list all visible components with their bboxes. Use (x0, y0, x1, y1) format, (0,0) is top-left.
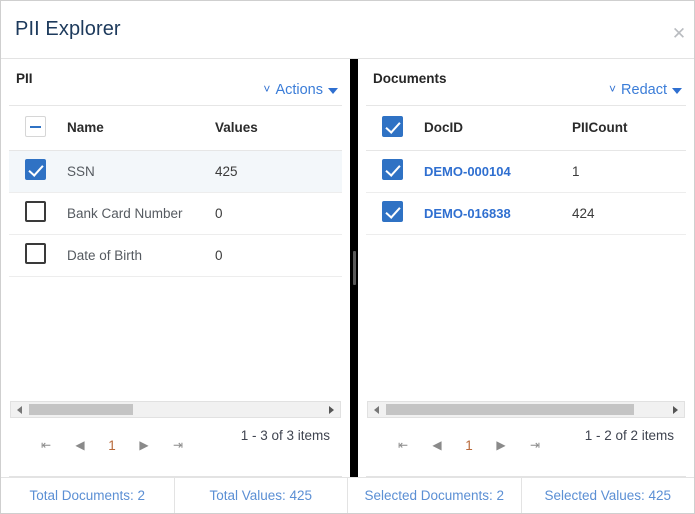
previous-page-icon[interactable]: ◀ (420, 432, 454, 458)
splitter-grip[interactable] (352, 251, 356, 285)
scrollbar-thumb[interactable] (29, 404, 133, 415)
status-total-values: Total Values: 425 (175, 478, 348, 513)
pii-count: 424 (572, 191, 686, 235)
previous-page-icon[interactable]: ◀ (63, 432, 97, 458)
documents-panel-title: Documents (373, 71, 447, 86)
documents-grid-header-row: DocID PIICount (366, 106, 686, 151)
document-id-cell: DEMO-000104 (424, 150, 572, 192)
row-checkbox[interactable] (25, 243, 46, 264)
row-checkbox[interactable] (382, 201, 403, 222)
document-link[interactable]: DEMO-000104 (424, 164, 511, 179)
pii-count: 1 (572, 163, 580, 179)
documents-pager: ⇤ ◀ 1 ▶ ⇥ 1 - 2 of 2 items (366, 418, 686, 476)
pii-grid: Name Values SSN 425 Bank Card Number 0 D… (9, 106, 342, 401)
row-checkbox-cell (366, 191, 424, 235)
documents-panel-footer: ⇤ ◀ 1 ▶ ⇥ 1 - 2 of 2 items (366, 401, 686, 476)
chevron-down-icon: ˅ (263, 82, 271, 96)
last-page-icon[interactable]: ⇥ (518, 432, 552, 458)
close-icon[interactable]: ✕ (668, 23, 690, 45)
column-header-piicount[interactable]: PIICount (572, 106, 686, 151)
status-total-documents: Total Documents: 2 (1, 478, 175, 513)
table-row[interactable]: Date of Birth 0 (9, 233, 342, 277)
row-checkbox-cell (9, 191, 67, 234)
status-selected-values: Selected Values: 425 (544, 488, 672, 503)
next-page-icon[interactable]: ▶ (127, 432, 161, 458)
document-id-cell: DEMO-016838 (424, 191, 572, 235)
pii-panel-title: PII (16, 71, 33, 86)
documents-panel: Documents ˅ Redact DocID PIICount DEMO-0… (358, 59, 694, 477)
pii-explorer-dialog: PII Explorer ✕ PII ˅ Actions Name Values… (0, 0, 695, 514)
pii-name: Bank Card Number (67, 191, 215, 234)
table-row[interactable]: SSN 425 (9, 150, 342, 192)
row-checkbox-cell (366, 150, 424, 192)
page-title: PII Explorer (15, 18, 121, 40)
pii-panel-footer: ⇤ ◀ 1 ▶ ⇥ 1 - 3 of 3 items (9, 401, 342, 476)
last-page-icon[interactable]: ⇥ (161, 432, 195, 458)
table-row[interactable]: Bank Card Number 0 (9, 191, 342, 234)
pii-name: Date of Birth (67, 233, 215, 277)
column-header-values[interactable]: Values (215, 106, 342, 151)
row-checkbox-cell (9, 150, 67, 192)
row-checkbox-cell (9, 233, 67, 277)
row-checkbox[interactable] (25, 201, 46, 222)
pii-pager: ⇤ ◀ 1 ▶ ⇥ 1 - 3 of 3 items (9, 418, 342, 476)
pii-pager-info: 1 - 3 of 3 items (240, 428, 330, 443)
documents-horizontal-scrollbar[interactable] (367, 401, 685, 418)
redact-menu-button[interactable]: ˅ Redact (609, 82, 682, 98)
documents-pager-info: 1 - 2 of 2 items (584, 428, 674, 443)
panel-splitter[interactable] (350, 59, 358, 477)
pii-grid-header-row: Name Values (9, 106, 342, 151)
next-page-icon[interactable]: ▶ (484, 432, 518, 458)
documents-panel-header: Documents ˅ Redact (366, 65, 686, 106)
pii-values: 0 (215, 191, 342, 234)
actions-menu-button[interactable]: ˅ Actions (263, 82, 338, 98)
document-link[interactable]: DEMO-016838 (424, 206, 511, 221)
row-checkbox[interactable] (382, 159, 403, 180)
redact-menu-label: Redact (621, 82, 667, 98)
column-header-docid[interactable]: DocID (424, 106, 572, 151)
first-page-icon[interactable]: ⇤ (386, 432, 420, 458)
select-all-checkbox[interactable] (382, 115, 403, 137)
pii-name: SSN (67, 150, 215, 192)
pii-values: 0 (215, 233, 342, 277)
caret-down-icon (672, 88, 682, 94)
first-page-icon[interactable]: ⇤ (29, 432, 63, 458)
documents-grid: DocID PIICount DEMO-000104 1 DEMO-016838… (366, 106, 686, 401)
page-number[interactable]: 1 (97, 432, 127, 458)
status-selected-documents: Selected Documents: 2 (348, 478, 522, 513)
actions-menu-label: Actions (275, 82, 323, 98)
table-row[interactable]: DEMO-016838 424 (366, 191, 686, 235)
chevron-down-icon: ˅ (609, 82, 617, 96)
row-checkbox[interactable] (25, 159, 46, 180)
status-bar: Total Documents: 2 Total Values: 425 Sel… (1, 477, 694, 513)
scroll-left-icon[interactable] (12, 402, 27, 417)
pii-horizontal-scrollbar[interactable] (10, 401, 341, 418)
page-number[interactable]: 1 (454, 432, 484, 458)
dialog-titlebar: PII Explorer ✕ (1, 1, 694, 59)
select-all-checkbox[interactable] (25, 115, 46, 137)
scrollbar-thumb[interactable] (386, 404, 634, 415)
table-row[interactable]: DEMO-000104 1 (366, 150, 686, 192)
documents-select-all-cell (366, 106, 424, 151)
pii-panel: PII ˅ Actions Name Values SSN 425 Bank C… (1, 59, 350, 477)
scroll-left-icon[interactable] (369, 402, 384, 417)
scroll-right-icon[interactable] (668, 402, 683, 417)
column-header-name[interactable]: Name (67, 106, 215, 151)
pii-select-all-cell (9, 106, 67, 151)
scroll-right-icon[interactable] (324, 402, 339, 417)
caret-down-icon (328, 88, 338, 94)
pii-values: 425 (215, 150, 342, 192)
pii-panel-header: PII ˅ Actions (9, 65, 342, 106)
